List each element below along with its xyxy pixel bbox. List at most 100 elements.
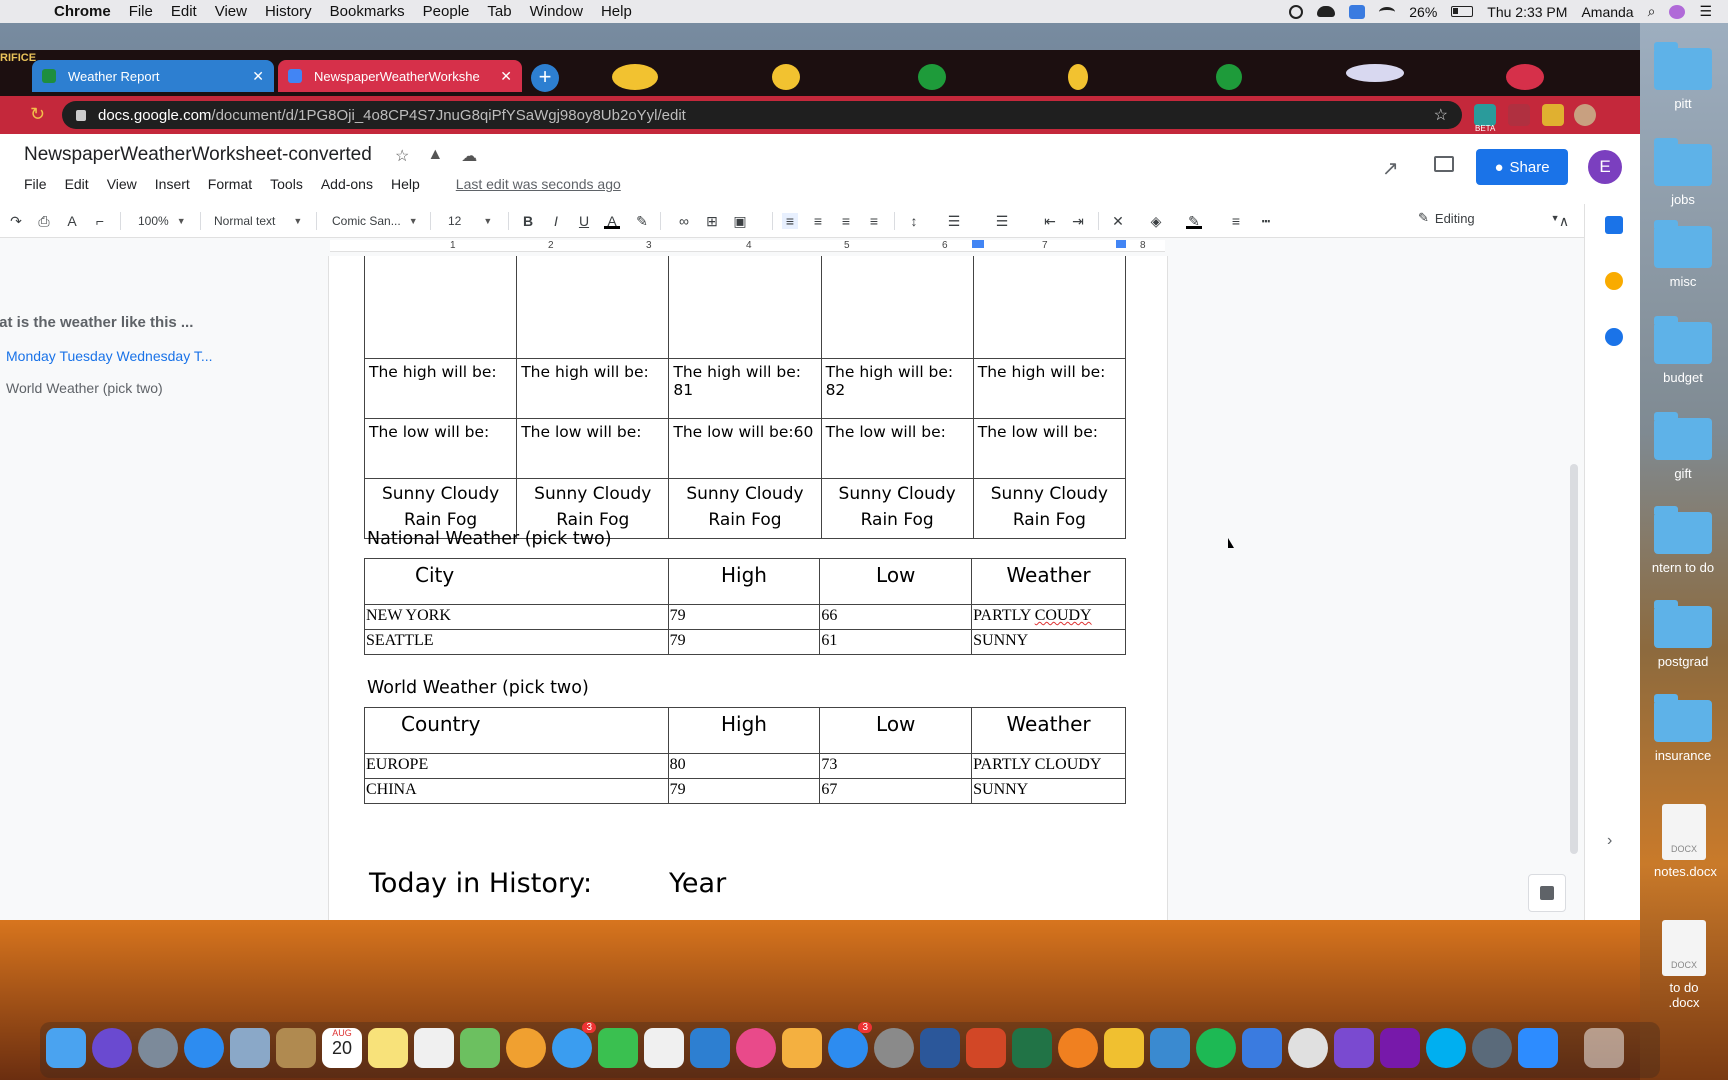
paragraph-style-select[interactable]: Normal text ▼ — [214, 210, 302, 232]
document-page[interactable]: The high will be: The high will be: The … — [328, 256, 1168, 920]
redo-icon[interactable]: ↷ — [8, 213, 24, 229]
trash-icon[interactable] — [1584, 1028, 1624, 1068]
powerpoint-icon[interactable] — [966, 1028, 1006, 1068]
indent-marker[interactable] — [972, 240, 984, 248]
imovie-star-icon[interactable] — [1334, 1028, 1374, 1068]
bulleted-list-icon[interactable]: ☰ — [994, 213, 1010, 229]
ruler[interactable]: 1 2 3 4 5 6 7 8 — [330, 240, 1165, 252]
high-cell[interactable]: The high will be: 82 — [820, 358, 974, 419]
conditions-cell[interactable]: Sunny Cloudy Rain Fog — [668, 478, 822, 539]
screen-record-icon[interactable] — [1289, 4, 1304, 19]
high-cell[interactable]: The high will be: — [363, 358, 518, 419]
contacts-icon[interactable] — [276, 1028, 316, 1068]
low-cell[interactable]: The low will be: — [516, 418, 670, 479]
table-cell[interactable] — [972, 256, 1127, 359]
today-in-history[interactable]: Today in History: Year — [369, 868, 726, 899]
menu-help[interactable]: Help — [601, 3, 632, 20]
avatar[interactable]: E — [1588, 150, 1622, 184]
maps-icon[interactable] — [460, 1028, 500, 1068]
font-size-select[interactable]: 12 ▼ — [448, 210, 492, 232]
table-cell[interactable] — [820, 256, 974, 359]
comments-icon[interactable] — [1434, 156, 1454, 172]
numbered-list-icon[interactable]: ☰ — [946, 213, 962, 229]
align-justify-icon[interactable]: ≡ — [866, 213, 882, 229]
chrome-icon[interactable] — [1288, 1028, 1328, 1068]
tasks-icon[interactable] — [1605, 328, 1623, 346]
column-header[interactable]: City — [364, 558, 669, 605]
table-cell[interactable]: 79 — [667, 604, 821, 630]
column-header[interactable]: Low — [819, 558, 973, 605]
word-icon[interactable] — [920, 1028, 960, 1068]
high-cell[interactable]: The high will be: — [516, 358, 670, 419]
outline-heading[interactable]: hat is the weather like this ... — [0, 314, 193, 331]
outline-item[interactable]: Monday Tuesday Wednesday T... — [6, 348, 213, 364]
docs-menu-view[interactable]: View — [107, 176, 137, 192]
collapse-menus-icon[interactable]: ∧ — [1556, 213, 1572, 229]
scrollbar[interactable] — [1570, 464, 1578, 854]
table-cell[interactable]: SEATTLE — [364, 629, 669, 655]
cloud-saved-icon[interactable]: ☁ — [461, 146, 477, 166]
table-cell[interactable] — [668, 256, 822, 359]
docs-menu-insert[interactable]: Insert — [155, 176, 190, 192]
menu-bookmarks[interactable]: Bookmarks — [330, 3, 405, 20]
outline-item[interactable]: World Weather (pick two) — [6, 380, 163, 396]
share-button[interactable]: ● Share — [1476, 149, 1568, 185]
desktop-file[interactable]: DOCX to do .docx — [1654, 920, 1714, 1010]
close-icon[interactable]: ✕ — [252, 68, 264, 85]
conditions-cell[interactable]: Sunny Cloudy Rain Fog — [820, 478, 974, 539]
italic-icon[interactable]: I — [548, 213, 564, 229]
edge-icon[interactable] — [1472, 1028, 1512, 1068]
spellcheck-icon[interactable]: A — [64, 213, 80, 229]
facetime-icon[interactable] — [598, 1028, 638, 1068]
menu-file[interactable]: File — [129, 3, 153, 20]
misspelled-word[interactable]: COUDY — [1035, 607, 1092, 624]
notes-icon[interactable] — [368, 1028, 408, 1068]
profile-icon[interactable] — [1574, 104, 1596, 126]
table-cell[interactable]: EUROPE — [364, 753, 669, 779]
menu-window[interactable]: Window — [530, 3, 583, 20]
wifi-icon[interactable] — [1379, 6, 1396, 17]
zoom-select[interactable]: 100% ▼ — [138, 210, 186, 232]
menu-people[interactable]: People — [423, 3, 470, 20]
user-name[interactable]: Amanda — [1581, 4, 1633, 20]
calendar-icon[interactable]: AUG 20 — [322, 1028, 362, 1068]
calendar-icon[interactable] — [1605, 216, 1623, 234]
spotlight-search-icon[interactable]: ⌕ — [1648, 3, 1656, 20]
docs-menu-edit[interactable]: Edit — [65, 176, 89, 192]
conditions-cell[interactable]: Sunny Cloudy Rain Fog — [972, 478, 1127, 539]
align-center-icon[interactable]: ≡ — [810, 213, 826, 229]
table-cell[interactable]: 66 — [819, 604, 973, 630]
highlight-icon[interactable]: ✎ — [634, 213, 650, 229]
text-color-icon[interactable]: A — [604, 213, 620, 229]
menu-tab[interactable]: Tab — [487, 3, 511, 20]
low-cell[interactable]: The low will be: — [820, 418, 974, 479]
underline-icon[interactable]: U — [576, 213, 592, 229]
tab-newspaper-worksheet[interactable]: NewspaperWeatherWorkshe ✕ — [278, 60, 522, 92]
pages-icon[interactable] — [782, 1028, 822, 1068]
align-right-icon[interactable]: ≡ — [838, 213, 854, 229]
fill-color-icon[interactable]: ◈ — [1148, 213, 1164, 229]
cloud-icon[interactable] — [1317, 6, 1336, 17]
chevron-right-icon[interactable]: › — [1607, 832, 1612, 850]
reload-icon[interactable]: ↻ — [30, 104, 45, 125]
column-header[interactable]: High — [667, 558, 821, 605]
extension-np-icon[interactable] — [1508, 104, 1530, 126]
table-cell[interactable]: SUNNY — [971, 778, 1126, 804]
table-cell[interactable]: NEW YORK — [364, 604, 669, 630]
docs-menu-format[interactable]: Format — [208, 176, 252, 192]
numbers-icon[interactable] — [644, 1028, 684, 1068]
low-cell[interactable]: The low will be: — [363, 418, 518, 479]
right-indent-marker[interactable] — [1116, 240, 1126, 248]
decrease-indent-icon[interactable]: ⇤ — [1042, 213, 1058, 229]
messages-icon[interactable]: 3 — [552, 1022, 596, 1068]
table-cell[interactable] — [516, 256, 670, 359]
menu-history[interactable]: History — [265, 3, 312, 20]
bookmark-star-icon[interactable]: ☆ — [1434, 105, 1448, 125]
editing-mode-select[interactable]: ✎ Editing ▼ — [1418, 210, 1560, 226]
battery-icon[interactable] — [1451, 6, 1474, 17]
docs-menu-tools[interactable]: Tools — [270, 176, 303, 192]
extension-puzzle-icon[interactable] — [1542, 104, 1564, 126]
increase-indent-icon[interactable]: ⇥ — [1070, 213, 1086, 229]
table-cell[interactable]: SUNNY — [971, 629, 1126, 655]
finder-icon[interactable] — [46, 1028, 86, 1068]
